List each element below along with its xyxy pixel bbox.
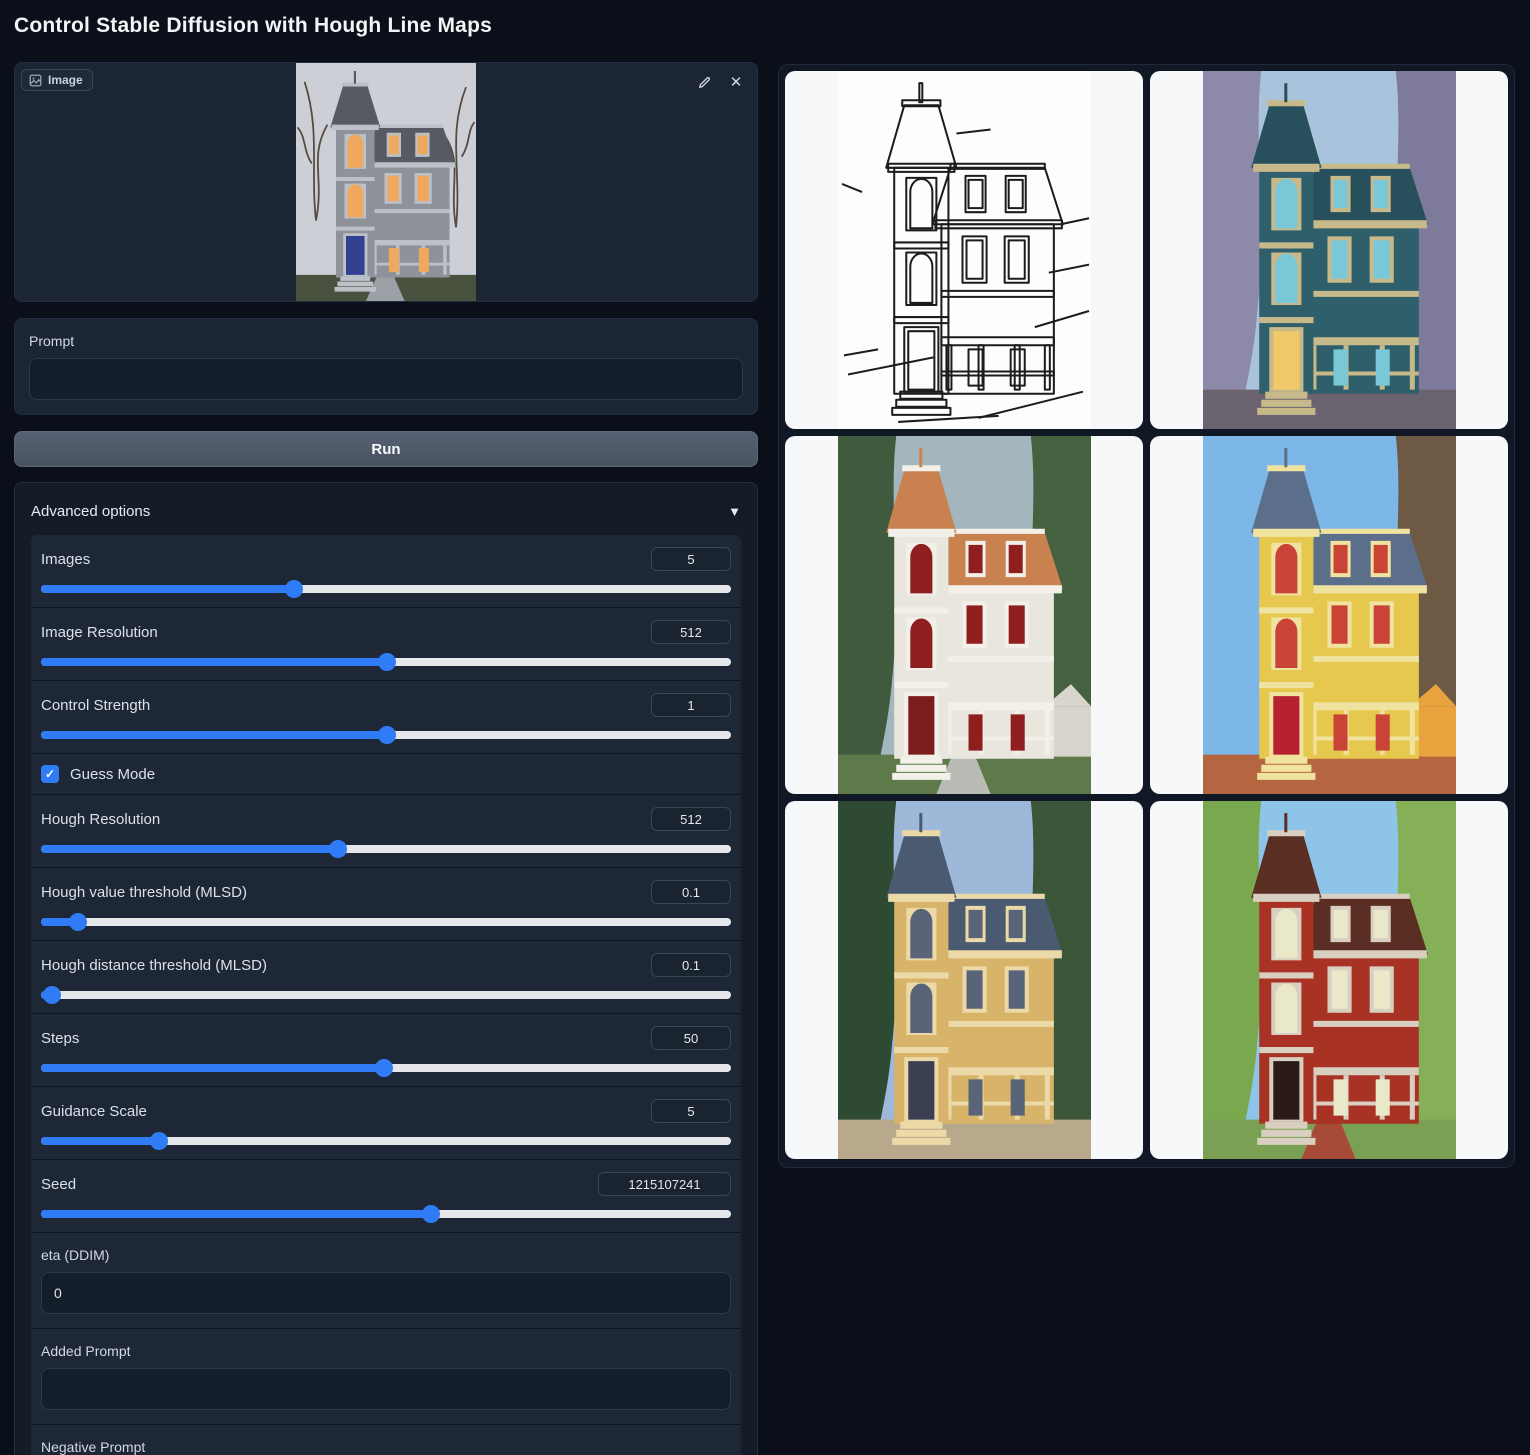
image-icon [29,74,42,87]
chevron-down-icon: ▼ [728,504,741,519]
slider-track[interactable] [41,731,731,739]
clear-image-button[interactable]: ✕ [725,71,747,93]
slider-label: Steps [41,1030,79,1047]
advanced-options-accordion[interactable]: Advanced options ▼ [31,491,741,531]
slider-track[interactable] [41,585,731,593]
text-control: Added Prompt [31,1328,741,1424]
slider-label: Hough Resolution [41,811,160,828]
gallery-item-hough-line-map[interactable] [785,71,1143,429]
slider-control: Hough Resolution 512 [31,794,741,867]
slider-thumb[interactable] [329,840,347,858]
slider-label: Guidance Scale [41,1103,147,1120]
slider-label: Hough distance threshold (MLSD) [41,957,267,974]
slider-value-input[interactable]: 1 [651,693,731,717]
checkbox-label: Guess Mode [70,766,155,783]
gallery-item-gold-house-painting[interactable] [785,801,1143,1159]
slider-label: Control Strength [41,697,150,714]
slider-value-input[interactable]: 5 [651,547,731,571]
slider-value-input[interactable]: 50 [651,1026,731,1050]
slider-label: Images [41,551,90,568]
image-component-label: Image [21,69,93,91]
slider-thumb[interactable] [43,986,61,1004]
result-gallery [778,64,1515,1168]
checkbox-control: ✓ Guess Mode [31,753,741,794]
slider-track[interactable] [41,991,731,999]
slider-track[interactable] [41,845,731,853]
slider-thumb[interactable] [375,1059,393,1077]
slider-value-input[interactable]: 1215107241 [598,1172,731,1196]
page-title: Control Stable Diffusion with Hough Line… [14,14,492,38]
slider-control: Image Resolution 512 [31,607,741,680]
input-image[interactable] [296,63,476,301]
close-icon: ✕ [730,73,743,91]
edit-image-button[interactable] [693,71,715,93]
slider-track[interactable] [41,658,731,666]
slider-value-input[interactable]: 0.1 [651,953,731,977]
slider-thumb[interactable] [378,653,396,671]
slider-thumb[interactable] [422,1205,440,1223]
slider-control: Seed 1215107241 [31,1159,741,1232]
slider-label: Hough value threshold (MLSD) [41,884,247,901]
slider-control: Images 5 [31,535,741,607]
slider-label: Image Resolution [41,624,158,641]
slider-control: Hough value threshold (MLSD) 0.1 [31,867,741,940]
gallery-item-teal-house-painting[interactable] [1150,71,1508,429]
slider-value-input[interactable]: 5 [651,1099,731,1123]
slider-thumb[interactable] [285,580,303,598]
slider-value-input[interactable]: 512 [651,807,731,831]
run-button[interactable]: Run [14,431,758,467]
gallery-item-red-house-painting[interactable] [1150,801,1508,1159]
pencil-icon [697,75,712,90]
slider-control: Guidance Scale 5 [31,1086,741,1159]
advanced-options-panel: Advanced options ▼ Images 5 Image Resolu… [14,482,758,1455]
text-field[interactable] [41,1272,731,1314]
slider-value-input[interactable]: 512 [651,620,731,644]
gallery-item-yellow-house-painting[interactable] [1150,436,1508,794]
input-label: Negative Prompt [41,1439,731,1455]
slider-thumb[interactable] [150,1132,168,1150]
number-control: eta (DDIM) [31,1232,741,1328]
slider-track[interactable] [41,1137,731,1145]
text-field[interactable] [41,1368,731,1410]
input-label: Added Prompt [41,1343,731,1359]
text-control: Negative Prompt [31,1424,741,1455]
gallery-item-white-house-painting[interactable] [785,436,1143,794]
slider-track[interactable] [41,1210,731,1218]
input-label: eta (DDIM) [41,1247,731,1263]
prompt-input[interactable] [29,358,743,400]
slider-control: Control Strength 1 [31,680,741,753]
slider-track[interactable] [41,918,731,926]
slider-thumb[interactable] [378,726,396,744]
slider-track[interactable] [41,1064,731,1072]
slider-value-input[interactable]: 0.1 [651,880,731,904]
slider-thumb[interactable] [69,913,87,931]
image-upload-panel: Image ✕ [14,62,758,302]
prompt-panel: Prompt [14,318,758,415]
slider-label: Seed [41,1176,76,1193]
slider-control: Steps 50 [31,1013,741,1086]
checkbox[interactable]: ✓ [41,765,59,783]
prompt-label: Prompt [29,333,743,349]
slider-control: Hough distance threshold (MLSD) 0.1 [31,940,741,1013]
